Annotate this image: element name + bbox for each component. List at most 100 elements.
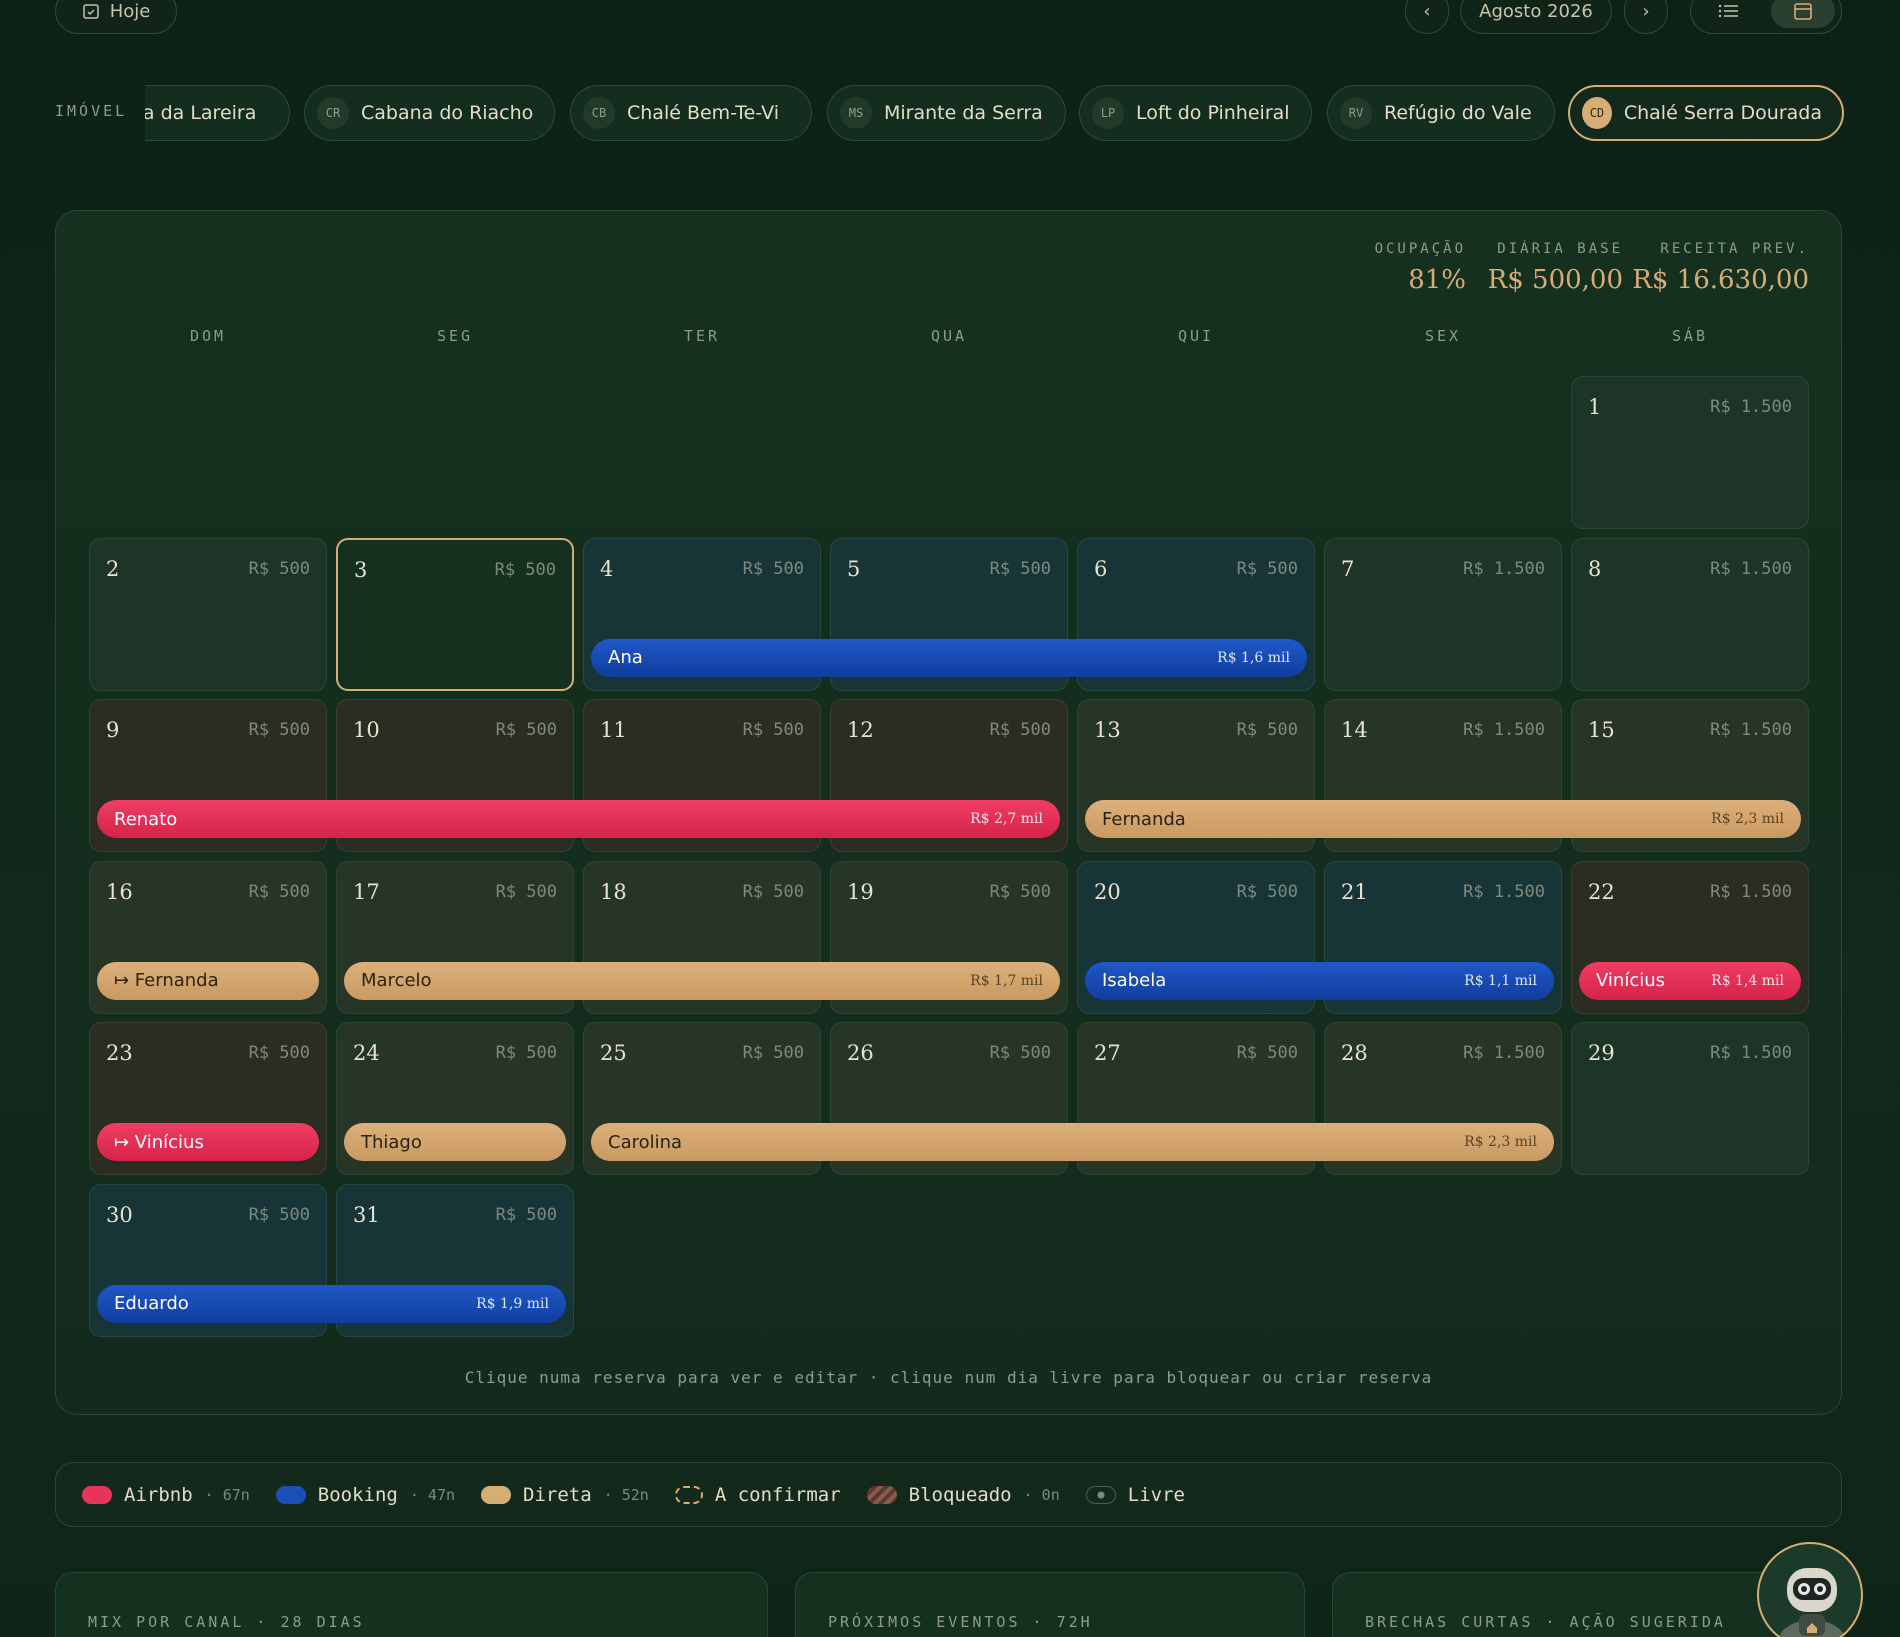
robot-assistant-icon <box>1778 1568 1846 1637</box>
day-price: R$ 500 <box>494 559 556 580</box>
calendar-day-cell[interactable]: 1 R$ 1.500 <box>1571 376 1809 529</box>
calendar-hint: Clique numa reserva para ver e editar · … <box>464 1368 1433 1387</box>
day-number: 29 <box>1588 1041 1615 1065</box>
property-name: Mirante da Serra <box>884 102 1043 124</box>
day-price: R$ 500 <box>248 720 310 740</box>
booking-bar[interactable]: Vinícius R$ 1,4 mil <box>1579 961 1801 1000</box>
channel-mix-title: MIX POR CANAL · 28 DIAS <box>88 1613 365 1631</box>
calendar-day-cell[interactable]: 2 R$ 500 <box>89 537 327 691</box>
occupancy-label: OCUPAÇÃO <box>1374 241 1466 257</box>
chevron-right-icon: › <box>1642 0 1650 22</box>
property-name: Chalé Serra Dourada <box>1623 102 1822 124</box>
base-rate-stat: DIÁRIA BASE R$ 500,00 <box>1488 241 1623 295</box>
property-abbr-badge: RV <box>1340 97 1372 129</box>
upcoming-events-title: PRÓXIMOS EVENTOS · 72H <box>828 1613 1093 1631</box>
property-label: IMÓVEL <box>55 102 128 120</box>
booking-bar[interactable]: Marcelo R$ 1,7 mil <box>344 961 1060 1000</box>
booking-bar[interactable]: Renato R$ 2,7 mil <box>97 800 1060 838</box>
day-price: R$ 1.500 <box>1463 1043 1545 1063</box>
prev-month-button[interactable]: ‹ <box>1405 0 1449 34</box>
day-price: R$ 1.500 <box>1710 1043 1792 1063</box>
booking-bar[interactable]: Fernanda R$ 2,3 mil <box>1085 800 1801 838</box>
weekday-header: QUI <box>1177 327 1215 345</box>
day-number: 1 <box>1588 395 1602 419</box>
day-number: 28 <box>1341 1041 1368 1065</box>
booking-bar[interactable]: ↦ Fernanda <box>97 961 319 1000</box>
day-number: 23 <box>106 1041 133 1065</box>
calendar-day-cell[interactable]: 7 R$ 1.500 <box>1324 537 1562 691</box>
list-view-button[interactable] <box>1697 0 1761 28</box>
calendar-day-cell[interactable]: 29 R$ 1.500 <box>1571 1022 1809 1175</box>
property-chip[interactable]: CB Chalé Bem-Te-Vi <box>570 85 812 141</box>
day-price: R$ 500 <box>248 1204 310 1225</box>
booking-bar[interactable]: Ana R$ 1,6 mil <box>591 638 1307 677</box>
list-view-icon <box>1718 4 1738 18</box>
next-month-button[interactable]: › <box>1624 0 1668 34</box>
property-chip[interactable]: RV Refúgio do Vale <box>1327 85 1555 141</box>
property-abbr-badge: CD <box>1582 97 1612 129</box>
booking-amount: R$ 2,7 mil <box>970 811 1043 827</box>
booking-bar[interactable]: Isabela R$ 1,1 mil <box>1085 961 1554 1000</box>
booking-bar[interactable]: Carolina R$ 2,3 mil <box>591 1123 1554 1161</box>
booking-bar[interactable]: Thiago <box>344 1123 566 1161</box>
day-price: R$ 500 <box>989 558 1051 579</box>
day-number: 17 <box>353 879 380 904</box>
day-number: 12 <box>847 718 874 742</box>
legend-item: A confirmar <box>674 1484 841 1506</box>
legend-item: Airbnb · 67n <box>82 1484 250 1506</box>
weekday-header: SÁB <box>1671 327 1709 345</box>
day-number: 24 <box>353 1041 380 1065</box>
day-price: R$ 500 <box>742 881 804 902</box>
legend-label: Direta <box>523 1483 592 1506</box>
booking-guest: ↦ Vinícius <box>114 1131 204 1153</box>
booking-guest: Eduardo <box>114 1293 189 1314</box>
day-number: 19 <box>847 879 874 904</box>
legend-label: Airbnb <box>124 1483 193 1506</box>
booking-amount: R$ 1,7 mil <box>970 972 1043 989</box>
day-number: 9 <box>106 718 120 742</box>
property-abbr-badge: CR <box>317 97 349 129</box>
day-number: 11 <box>600 718 627 742</box>
base-rate-label: DIÁRIA BASE <box>1497 241 1623 257</box>
calendar-day-cell[interactable]: 8 R$ 1.500 <box>1571 537 1809 691</box>
day-price: R$ 500 <box>495 881 557 902</box>
day-number: 15 <box>1588 718 1615 742</box>
booking-bar[interactable]: Eduardo R$ 1,9 mil <box>97 1284 566 1323</box>
property-chip[interactable]: sa da Lareira <box>145 85 290 141</box>
day-number: 4 <box>600 556 614 581</box>
day-number: 2 <box>106 556 120 581</box>
calendar-view-button[interactable] <box>1771 0 1835 28</box>
day-price: R$ 500 <box>1236 881 1298 902</box>
day-number: 27 <box>1094 1041 1121 1065</box>
weekday-header: QUA <box>930 327 968 345</box>
month-selector[interactable]: Agosto 2026 <box>1460 0 1612 34</box>
day-price: R$ 500 <box>495 720 557 740</box>
day-number: 13 <box>1094 718 1121 742</box>
booking-guest: Vinícius <box>1596 970 1666 991</box>
calendar-day-cell[interactable]: 3 R$ 500 <box>336 537 574 691</box>
month-label: Agosto 2026 <box>1479 0 1593 22</box>
day-price: R$ 1.500 <box>1710 720 1792 740</box>
revenue-stat: RECEITA PREV. R$ 16.630,00 <box>1632 241 1809 295</box>
channel-swatch-icon <box>82 1485 112 1504</box>
day-number: 20 <box>1094 879 1121 904</box>
legend-label: Booking <box>317 1483 398 1506</box>
booking-amount: R$ 1,6 mil <box>1217 649 1290 666</box>
free-swatch-icon <box>1085 1485 1116 1504</box>
property-chip[interactable]: CD Chalé Serra Dourada <box>1568 85 1844 141</box>
legend-count: · 47n <box>409 1485 456 1504</box>
assistant-button[interactable] <box>1757 1542 1863 1637</box>
chevron-left-icon: ‹ <box>1423 0 1431 22</box>
property-chip[interactable]: MS Mirante da Serra <box>827 85 1066 141</box>
property-chip[interactable]: CR Cabana do Riacho <box>304 85 555 141</box>
booking-guest: Ana <box>608 647 643 668</box>
legend-count: · 52n <box>603 1485 649 1504</box>
day-number: 16 <box>106 879 133 904</box>
day-price: R$ 500 <box>1236 720 1298 740</box>
legend-label: Bloqueado <box>908 1483 1012 1506</box>
booking-bar[interactable]: ↦ Vinícius <box>97 1123 319 1161</box>
property-chip[interactable]: LP Loft do Pinheiral <box>1079 85 1312 141</box>
today-button[interactable]: Hoje <box>55 0 177 34</box>
day-number: 14 <box>1341 718 1368 742</box>
legend-item: Booking · 47n <box>275 1483 456 1506</box>
